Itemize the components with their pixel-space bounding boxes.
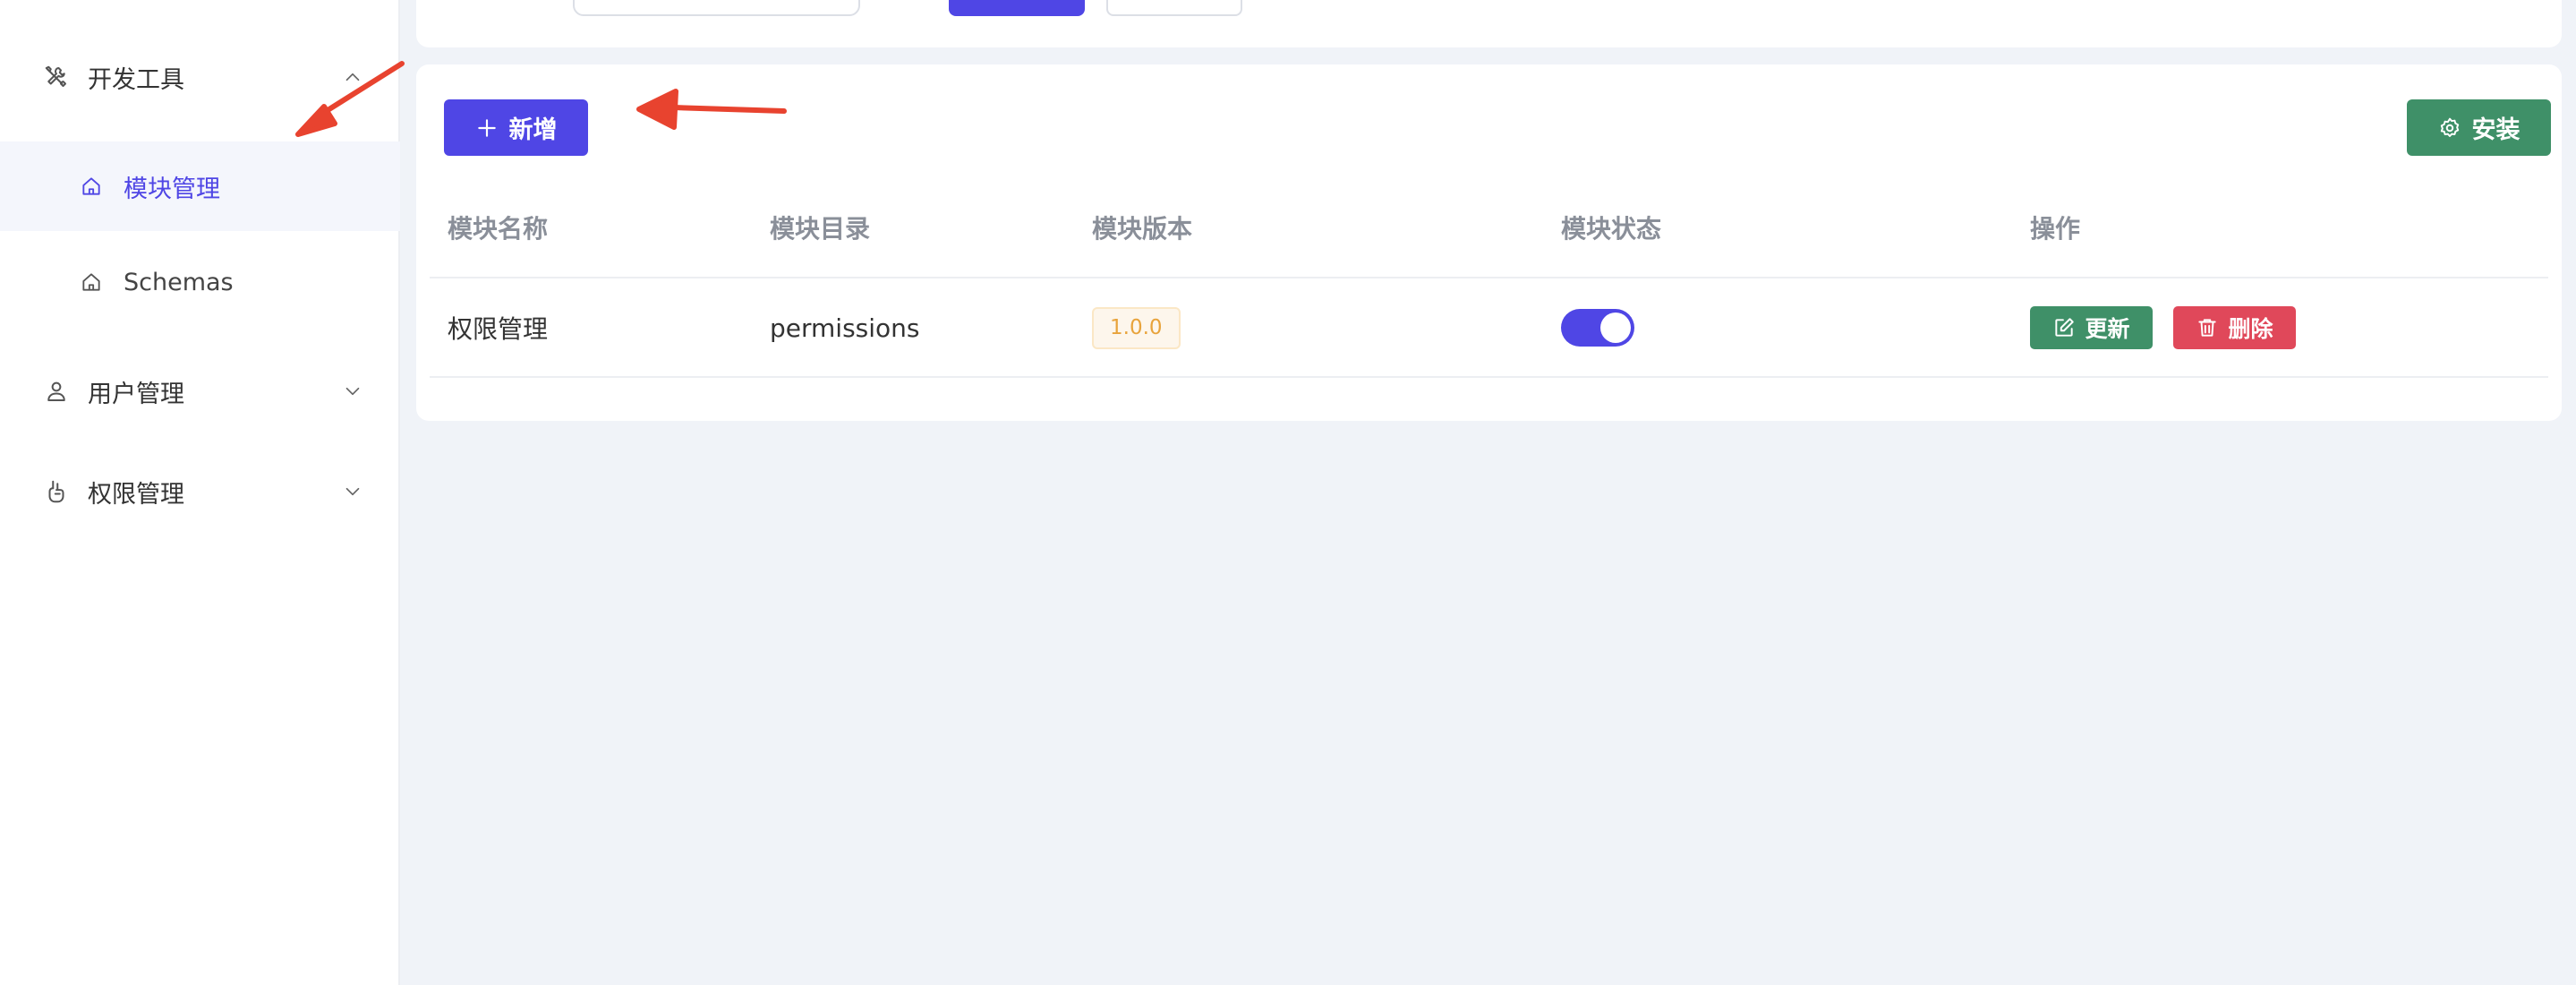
add-button[interactable]: 新增 [444, 99, 588, 156]
update-button[interactable]: 更新 [2030, 306, 2153, 349]
delete-button[interactable]: 删除 [2173, 306, 2296, 349]
shield-hand-icon [48, 480, 64, 503]
sidebar-item-label: 模块管理 [124, 175, 220, 203]
trash-icon [2198, 319, 2217, 337]
plus-icon [477, 118, 496, 137]
sidebar-item-label: Schemas [124, 268, 234, 296]
search-card [416, 0, 2562, 47]
gear-icon [2440, 117, 2459, 137]
sidebar-item-module-management[interactable]: 模块管理 [0, 141, 400, 231]
tools-icon [45, 65, 66, 87]
column-header-name: 模块名称 [448, 214, 549, 244]
status-toggle[interactable] [1561, 309, 1634, 347]
module-table: 模块名称 模块目录 模块版本 模块状态 操作 权限管理 permissions … [430, 178, 2548, 407]
sidebar: 开发工具 模块管理 Schemas 用户管理 权限管理 [0, 0, 400, 985]
column-header-version: 模块版本 [1092, 214, 1193, 244]
chevron-up-icon [345, 73, 360, 81]
sidebar-item-label: 权限管理 [88, 480, 184, 509]
reset-button[interactable] [1106, 0, 1242, 16]
chevron-down-icon [345, 387, 360, 396]
chevron-down-icon [345, 487, 360, 496]
cell-module-status [1561, 278, 1634, 377]
add-button-label: 新增 [508, 116, 558, 143]
column-header-directory: 模块目录 [770, 214, 871, 244]
edit-icon [2055, 318, 2075, 337]
cell-module-version: 1.0.0 [1092, 278, 1181, 377]
delete-button-label: 删除 [2228, 317, 2273, 342]
user-icon [47, 381, 65, 401]
cell-module-name: 权限管理 [448, 314, 549, 344]
home-icon [82, 177, 100, 195]
sidebar-item-user-management[interactable]: 用户管理 [0, 360, 400, 423]
toggle-knob [1600, 313, 1631, 343]
column-header-status: 模块状态 [1561, 214, 1662, 244]
search-button[interactable] [949, 0, 1085, 16]
update-button-label: 更新 [2085, 317, 2130, 342]
cell-module-directory: permissions [770, 313, 920, 343]
sidebar-item-label: 用户管理 [88, 380, 184, 408]
module-list-card: 新增 安装 模块名称 模块目录 模块版本 模块状态 操作 权限管理 permis… [416, 64, 2562, 421]
column-header-actions: 操作 [2030, 214, 2081, 244]
sidebar-item-permission-management[interactable]: 权限管理 [0, 460, 400, 523]
search-input[interactable] [573, 0, 860, 16]
install-button-label: 安装 [2471, 116, 2521, 143]
sidebar-item-schemas[interactable]: Schemas [0, 237, 400, 327]
cell-actions: 更新 删除 [2030, 278, 2316, 377]
table-row-divider [430, 376, 2548, 378]
home-icon [82, 273, 100, 291]
sidebar-item-label: 开发工具 [88, 65, 184, 94]
install-button[interactable]: 安装 [2407, 99, 2551, 156]
sidebar-item-dev-tools[interactable]: 开发工具 [0, 46, 400, 108]
version-tag: 1.0.0 [1092, 306, 1181, 349]
